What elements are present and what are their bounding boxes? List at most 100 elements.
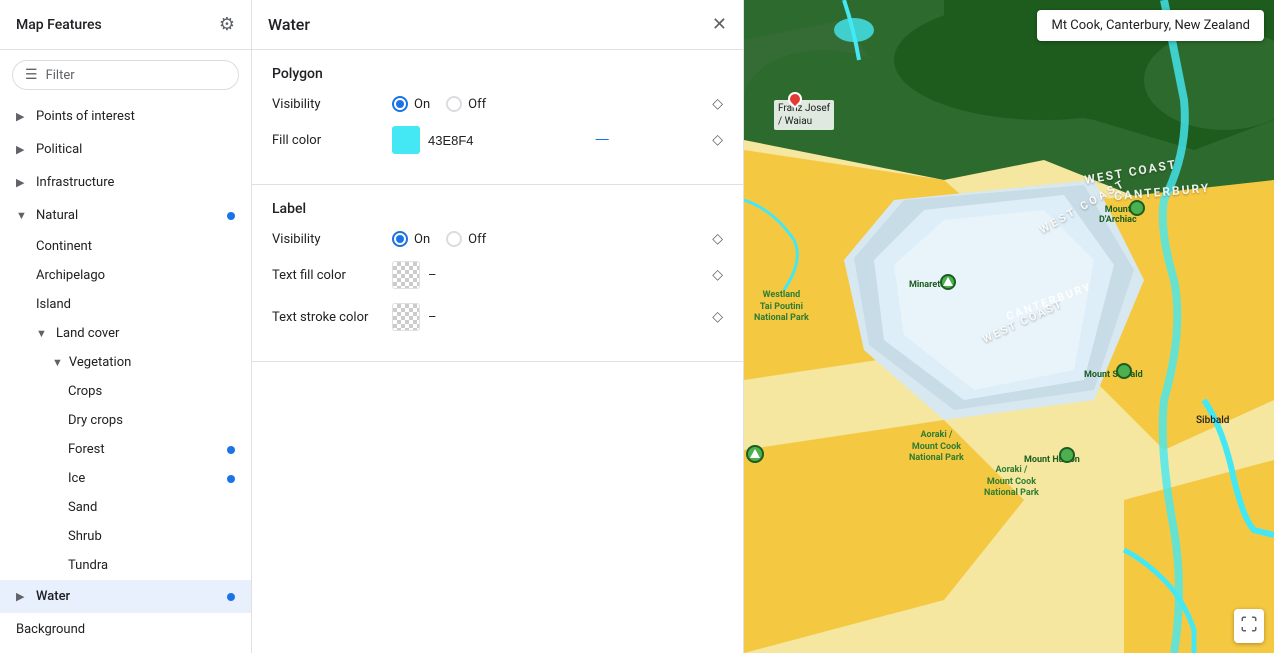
sidebar-item-label: Points of interest: [36, 109, 135, 124]
diamond-icon[interactable]: ◇: [712, 267, 723, 283]
search-bar: Mt Cook, Canterbury, New Zealand: [1037, 10, 1264, 41]
label-radio-on-label: On: [414, 232, 430, 247]
sidebar-item-water[interactable]: ▶ Water: [0, 580, 251, 613]
polygon-section-title: Polygon: [272, 66, 723, 82]
visibility-row: Visibility On Off ◇: [272, 96, 723, 112]
polygon-section: Polygon Visibility On Off ◇ Fill color: [252, 50, 743, 185]
label-radio-off-circle[interactable]: [446, 231, 462, 247]
sidebar-item-label: Infrastructure: [36, 175, 114, 190]
fill-color-label: Fill color: [272, 133, 392, 148]
sidebar-item-background[interactable]: Background: [0, 613, 251, 646]
diamond-icon[interactable]: ◇: [712, 96, 723, 112]
diamond-icon[interactable]: ◇: [712, 309, 723, 325]
modified-dot: [227, 475, 235, 483]
sidebar-item-tundra[interactable]: Tundra: [0, 551, 251, 580]
chevron-down-icon: ▼: [52, 356, 63, 369]
sidebar-item-political[interactable]: ▶ Political: [0, 133, 251, 166]
panel-header: Water ✕: [252, 0, 743, 50]
label-visibility-row: Visibility On Off ◇: [272, 231, 723, 247]
sidebar-item-crops[interactable]: Crops: [0, 377, 251, 406]
radio-off[interactable]: Off: [446, 96, 486, 112]
text-fill-row: Text fill color – ◇: [272, 261, 723, 289]
chevron-down-icon: ▼: [16, 209, 30, 222]
sidebar-item-label: Water: [36, 589, 70, 604]
sidebar-item-archipelago[interactable]: Archipelago: [0, 261, 251, 290]
close-button[interactable]: ✕: [712, 14, 727, 35]
minus-icon[interactable]: —: [594, 128, 609, 152]
chevron-right-icon: ▶: [16, 590, 30, 603]
label-visibility-radio-group: On Off: [392, 231, 712, 247]
label-section: Label Visibility On Off ◇ Text fill colo…: [252, 185, 743, 362]
label-section-title: Label: [272, 201, 723, 217]
sidebar-item-label: Continent: [36, 239, 92, 254]
text-fill-value: –: [420, 268, 437, 283]
sidebar-item-dry-crops[interactable]: Dry crops: [0, 406, 251, 435]
radio-on[interactable]: On: [392, 96, 430, 112]
modified-dot: [227, 446, 235, 454]
text-stroke-swatch[interactable]: [392, 303, 420, 331]
sidebar-item-label: Vegetation: [69, 355, 131, 370]
sidebar-item-points-of-interest[interactable]: ▶ Points of interest: [0, 100, 251, 133]
radio-on-circle[interactable]: [392, 96, 408, 112]
text-fill-swatch[interactable]: [392, 261, 420, 289]
sidebar-item-label: Tundra: [68, 558, 108, 573]
sidebar-item-sand[interactable]: Sand: [0, 493, 251, 522]
chevron-right-icon: ▶: [16, 176, 30, 189]
sidebar-item-forest[interactable]: Forest: [0, 435, 251, 464]
sidebar-item-label: Background: [16, 622, 85, 637]
sidebar-header: Map Features ⚙: [0, 0, 251, 50]
sidebar-item-land-cover[interactable]: ▼ Land cover: [0, 319, 251, 348]
color-picker: 43E8F4 — ◇: [392, 126, 723, 154]
color-hex-input[interactable]: 43E8F4: [420, 133, 500, 148]
feature-panel: Water ✕ Polygon Visibility On Off ◇ Fill…: [252, 0, 744, 653]
sidebar-item-infrastructure[interactable]: ▶ Infrastructure: [0, 166, 251, 199]
color-swatch[interactable]: [392, 126, 420, 154]
map-svg: WEST COAST: [744, 0, 1274, 653]
diamond-icon[interactable]: ◇: [712, 132, 723, 148]
sidebar: Map Features ⚙ ☰ Filter ▶ Points of inte…: [0, 0, 252, 653]
map-area: WEST COAST WEST COAST WEST COAST WEST CO…: [744, 0, 1274, 653]
diamond-icon[interactable]: ◇: [712, 231, 723, 247]
sidebar-item-island[interactable]: Island: [0, 290, 251, 319]
sidebar-item-natural[interactable]: ▼ Natural: [0, 199, 251, 232]
filter-bar[interactable]: ☰ Filter: [12, 60, 239, 90]
label-radio-off[interactable]: Off: [446, 231, 486, 247]
sidebar-item-vegetation[interactable]: ▼ Vegetation: [0, 348, 251, 377]
chevron-down-icon: ▼: [36, 327, 50, 340]
gear-icon[interactable]: ⚙: [219, 14, 235, 35]
sidebar-item-label: Ice: [68, 471, 85, 486]
label-radio-on[interactable]: On: [392, 231, 430, 247]
radio-off-label: Off: [468, 97, 486, 112]
search-value: Mt Cook, Canterbury, New Zealand: [1051, 18, 1250, 33]
visibility-label: Visibility: [272, 97, 392, 112]
sidebar-item-label: Crops: [68, 384, 102, 399]
text-stroke-label: Text stroke color: [272, 310, 392, 325]
radio-on-label: On: [414, 97, 430, 112]
fullscreen-button[interactable]: [1234, 609, 1264, 643]
label-radio-on-circle[interactable]: [392, 231, 408, 247]
label-visibility-label: Visibility: [272, 232, 392, 247]
text-fill-label: Text fill color: [272, 268, 392, 283]
sidebar-item-label: Archipelago: [36, 268, 105, 283]
sidebar-item-ice[interactable]: Ice: [0, 464, 251, 493]
radio-off-circle[interactable]: [446, 96, 462, 112]
sidebar-item-label: Shrub: [68, 529, 102, 544]
sidebar-item-label: Land cover: [56, 326, 119, 341]
filter-icon: ☰: [25, 67, 38, 83]
text-stroke-row: Text stroke color – ◇: [272, 303, 723, 331]
sidebar-item-shrub[interactable]: Shrub: [0, 522, 251, 551]
visibility-radio-group: On Off: [392, 96, 712, 112]
sidebar-item-label: Forest: [68, 442, 105, 457]
label-radio-off-label: Off: [468, 232, 486, 247]
sidebar-item-continent[interactable]: Continent: [0, 232, 251, 261]
text-stroke-value: –: [420, 310, 437, 325]
panel-title: Water: [268, 15, 310, 34]
sidebar-item-label: Natural: [36, 208, 78, 223]
fill-color-row: Fill color 43E8F4 — ◇: [272, 126, 723, 154]
filter-label: Filter: [46, 68, 75, 83]
sidebar-item-label: Political: [36, 142, 82, 157]
sidebar-title: Map Features: [16, 17, 102, 33]
sidebar-item-label: Island: [36, 297, 71, 312]
chevron-right-icon: ▶: [16, 143, 30, 156]
modified-dot: [227, 593, 235, 601]
